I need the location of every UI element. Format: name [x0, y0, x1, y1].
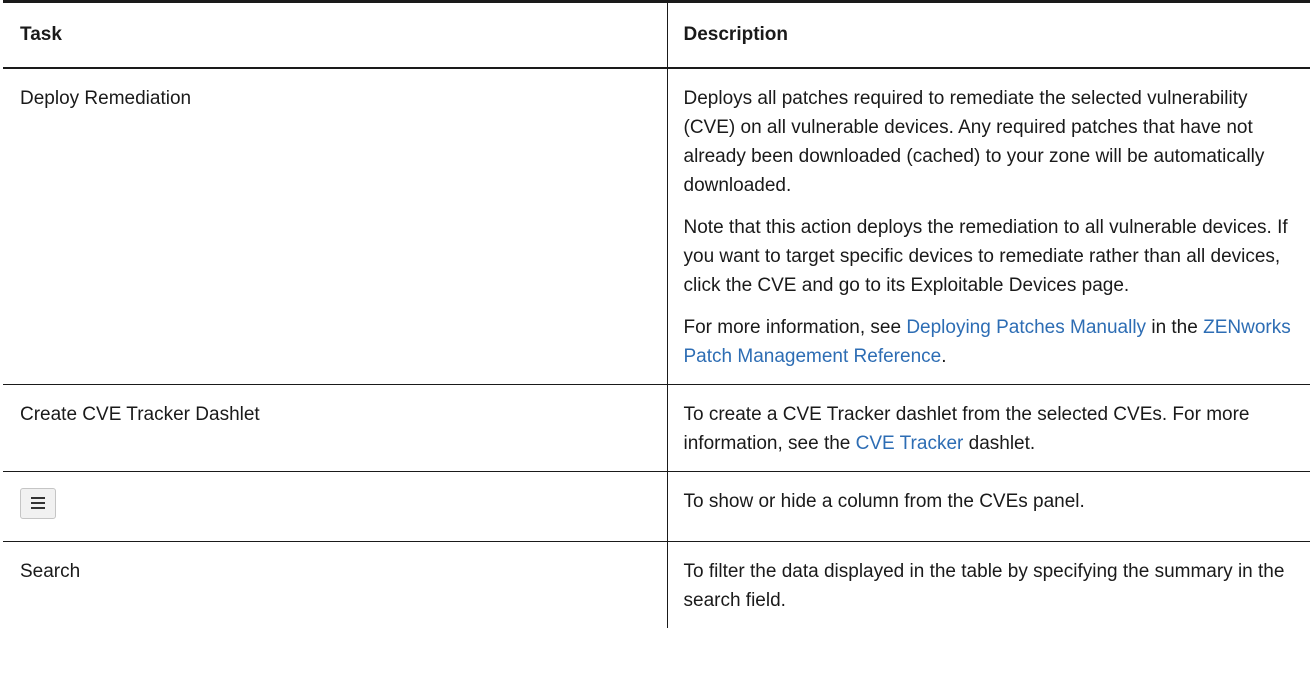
- text-span: dashlet.: [963, 432, 1036, 454]
- tasks-table: Task Description Deploy Remediation Depl…: [3, 0, 1310, 628]
- cve-tracker-link[interactable]: CVE Tracker: [856, 433, 964, 454]
- task-cell: [3, 471, 667, 542]
- menu-bar: [31, 496, 45, 499]
- description-paragraph: Deploys all patches required to remediat…: [683, 87, 1265, 196]
- header-description: Description: [666, 0, 1310, 69]
- description-cell: To show or hide a column from the CVEs p…: [666, 471, 1310, 542]
- text-span: in the: [1146, 316, 1204, 338]
- table-row: Deploy Remediation Deploys all patches r…: [3, 67, 1310, 385]
- deploying-patches-link[interactable]: Deploying Patches Manually: [906, 317, 1146, 338]
- description-paragraph: For more information, see Deploying Patc…: [684, 313, 1301, 371]
- task-cell: Deploy Remediation: [3, 67, 667, 385]
- table-row: Search To filter the data displayed in t…: [3, 541, 1310, 628]
- table-row: To show or hide a column from the CVEs p…: [3, 471, 1310, 542]
- menu-bar: [31, 506, 45, 509]
- description-paragraph: Note that this action deploys the remedi…: [683, 216, 1288, 296]
- menu-icon[interactable]: [20, 487, 56, 519]
- header-row: Task Description: [3, 0, 1310, 69]
- menu-bar: [31, 501, 45, 504]
- task-cell: Search: [20, 560, 81, 582]
- text-span: .: [941, 345, 947, 367]
- text-span: For more information, see: [683, 316, 907, 338]
- task-cell: Create CVE Tracker Dashlet: [3, 384, 667, 472]
- description-cell: To create a CVE Tracker dashlet from the…: [666, 384, 1310, 472]
- description-cell: To filter the data displayed in the tabl…: [666, 541, 1310, 628]
- table-row: Create CVE Tracker Dashlet To create a C…: [3, 384, 1310, 472]
- header-task: Task: [3, 0, 667, 69]
- description-cell: Deploys all patches required to remediat…: [666, 67, 1310, 385]
